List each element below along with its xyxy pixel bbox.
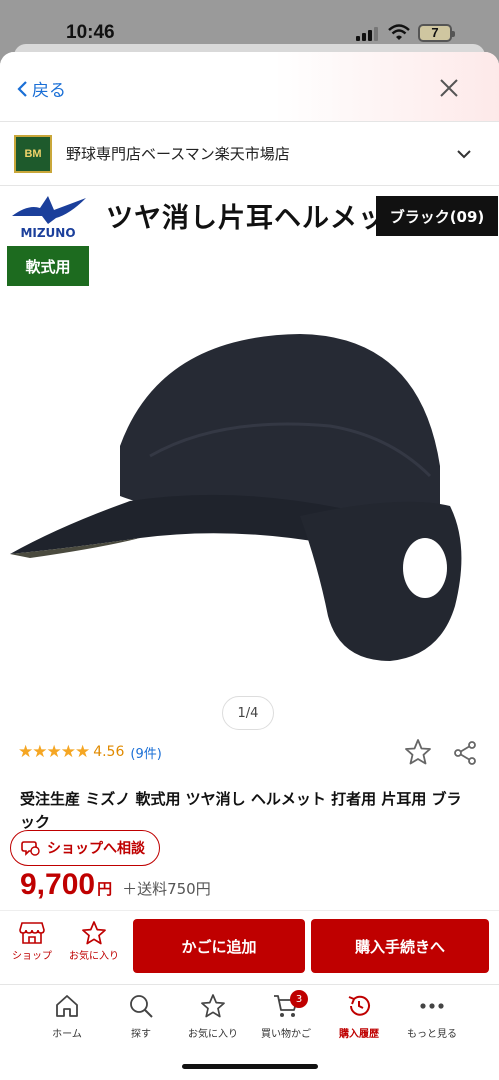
shop-button[interactable]: ショップ <box>2 921 62 962</box>
nav-home-label: ホーム <box>52 1029 82 1040</box>
status-bar: 10:46 7 <box>0 0 499 50</box>
close-icon[interactable] <box>437 76 461 100</box>
product-title: 受注生産 ミズノ 軟式用 ツヤ消し ヘルメット 打者用 片耳用 ブラック <box>20 790 462 831</box>
sheet-header: 戻る <box>0 52 499 122</box>
image-pager: 1/4 <box>222 696 274 730</box>
action-bar: ショップ お気に入り かごに追加 購入手続きへ <box>0 910 499 984</box>
wifi-icon <box>388 24 410 40</box>
nav-cart-label: 買い物かご <box>261 1029 311 1040</box>
shop-row[interactable]: BM 野球専門店ベースマン楽天市場店 <box>0 122 499 186</box>
shop-logo: BM <box>14 134 52 173</box>
search-icon <box>130 995 153 1018</box>
shop-icon <box>19 922 45 944</box>
star-icon <box>82 921 106 945</box>
nav-more[interactable]: もっと見る <box>392 993 472 1040</box>
history-icon <box>348 995 370 1016</box>
brand-logo-text: MIZUNO <box>20 226 75 240</box>
nav-cart[interactable]: 3 買い物かご <box>246 990 326 1040</box>
nav-search[interactable]: 探す <box>101 993 181 1040</box>
price-yen: 円 <box>97 880 113 898</box>
signal-icon <box>356 27 380 41</box>
home-indicator <box>182 1064 318 1069</box>
shipping-fee: ＋送料750円 <box>122 880 211 898</box>
status-time: 10:46 <box>66 22 115 43</box>
shop-name: 野球専門店ベースマン楽天市場店 <box>66 145 290 163</box>
nav-favorites[interactable]: お気に入り <box>173 993 253 1040</box>
nav-favorites-label: お気に入り <box>188 1029 238 1040</box>
price-row: 9,700 円 ＋送料750円 <box>20 868 211 902</box>
shop-logo-text: BM <box>24 147 42 160</box>
nav-history-label: 購入履歴 <box>339 1029 379 1040</box>
back-button[interactable]: 戻る <box>16 76 66 101</box>
battery-level: 7 <box>431 25 439 40</box>
rating-score: 4.56 <box>93 744 125 760</box>
star-icon <box>201 994 225 1018</box>
rating[interactable]: ★★★★★ 4.56 (9件) <box>18 742 162 762</box>
favorite-button-label: お気に入り <box>69 951 119 962</box>
price: 9,700 <box>20 868 96 901</box>
helmet-image <box>10 334 462 661</box>
product-sheet: 戻る BM 野球専門店ベースマン楽天市場店 MIZUNO ツヤ消し片耳ヘルメット… <box>0 52 499 1080</box>
favorite-button[interactable]: お気に入り <box>64 921 124 962</box>
nav-history[interactable]: 購入履歴 <box>319 993 399 1040</box>
chevron-down-icon[interactable] <box>455 145 473 163</box>
mizuno-logo: MIZUNO <box>12 196 86 240</box>
more-icon <box>420 1003 444 1009</box>
color-tag: ブラック(09) <box>376 196 498 236</box>
checkout-button[interactable]: 購入手続きへ <box>311 919 489 973</box>
nav-more-label: もっと見る <box>407 1029 457 1040</box>
product-image[interactable]: MIZUNO ツヤ消し片耳ヘルメット ブラック(09) 軟式用 1/4 <box>0 186 499 776</box>
battery-icon: 7 <box>418 24 455 42</box>
chat-icon <box>21 841 40 856</box>
image-product-title: ツヤ消し片耳ヘルメット <box>106 203 414 234</box>
consult-shop-button[interactable]: ショップへ相談 <box>10 830 160 866</box>
share-icon[interactable] <box>452 740 478 766</box>
chevron-left-icon <box>17 80 27 97</box>
nav-search-label: 探す <box>131 1029 151 1040</box>
add-to-cart-button[interactable]: かごに追加 <box>133 919 305 973</box>
review-count-link[interactable]: (9件) <box>130 743 161 762</box>
consult-label: ショップへ相談 <box>47 841 145 857</box>
cart-badge: 3 <box>290 990 308 1008</box>
rating-stars: ★★★★★ <box>18 742 90 762</box>
star-icon[interactable] <box>404 738 432 766</box>
back-label: 戻る <box>32 81 66 100</box>
home-icon <box>56 995 78 1017</box>
nav-home[interactable]: ホーム <box>27 993 107 1040</box>
shop-button-label: ショップ <box>12 951 52 962</box>
